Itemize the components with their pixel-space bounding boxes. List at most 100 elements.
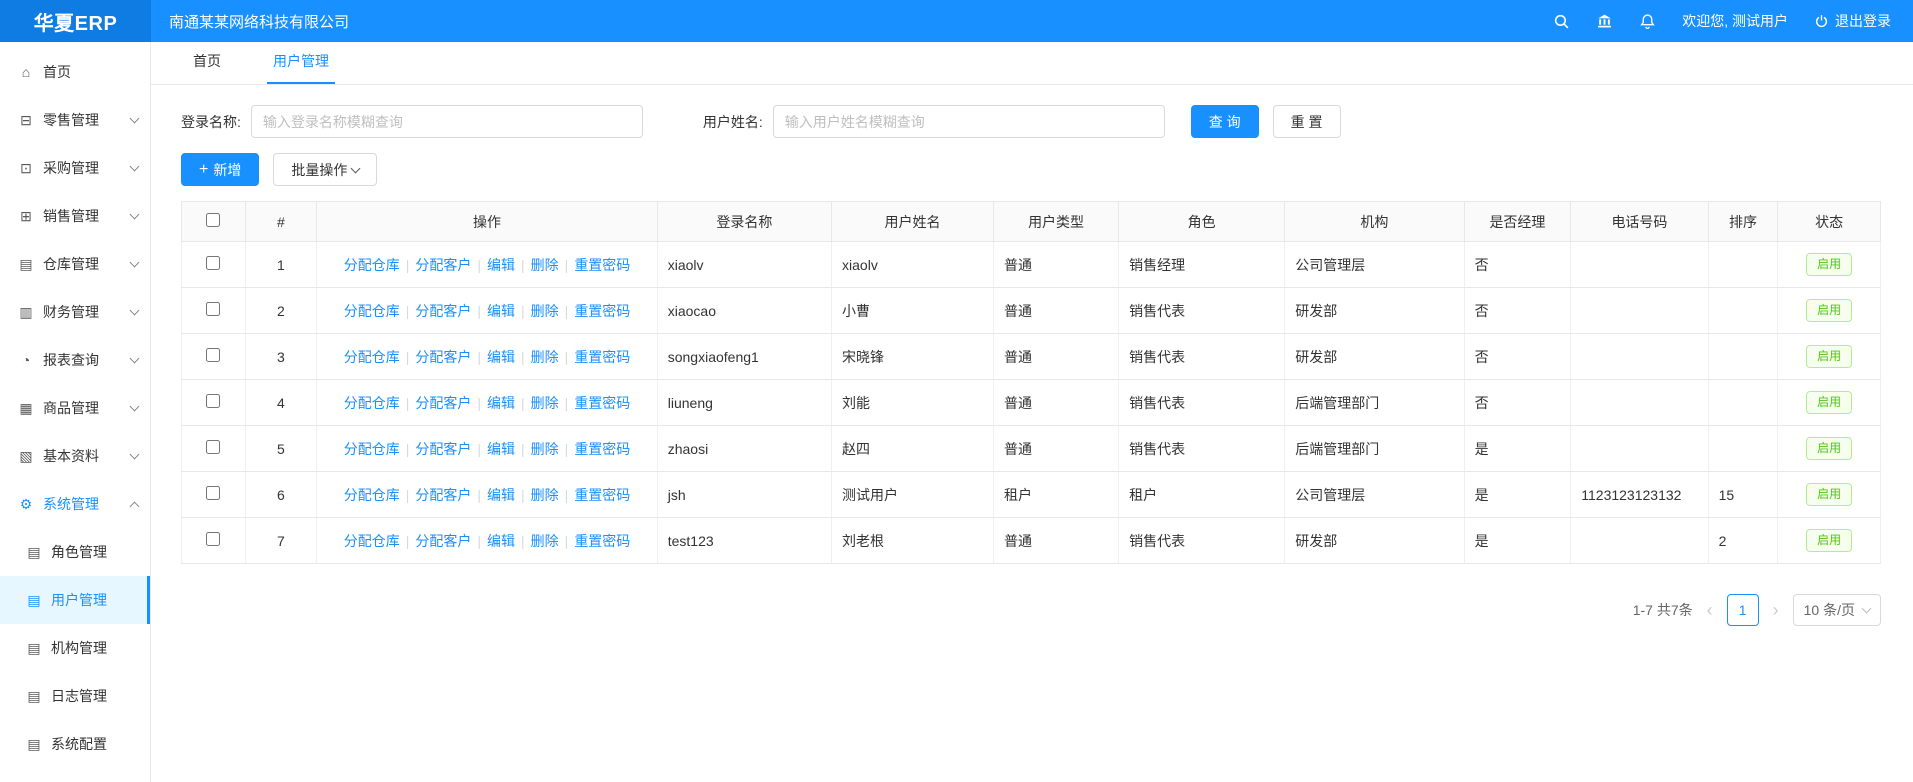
reset-password-link[interactable]: 重置密码 (574, 533, 630, 549)
column-header: 电话号码 (1571, 202, 1708, 242)
status-badge[interactable]: 启用 (1806, 299, 1852, 323)
reset-password-link[interactable]: 重置密码 (574, 487, 630, 503)
delete-link[interactable]: 删除 (531, 487, 559, 503)
next-page-button[interactable]: › (1773, 601, 1779, 619)
edit-link[interactable]: 编辑 (487, 395, 515, 411)
batch-button-label: 批量操作 (291, 160, 347, 180)
sidebar-item-report[interactable]: ◔报表查询 (0, 336, 150, 384)
status-badge[interactable]: 启用 (1806, 529, 1852, 553)
phone-cell: 1123123123132 (1571, 472, 1708, 518)
sidebar-item-log[interactable]: ▤日志管理 (0, 672, 150, 720)
assign-warehouse-link[interactable]: 分配仓库 (344, 349, 400, 365)
sidebar-item-system[interactable]: ⚙系统管理 (0, 480, 150, 528)
column-header: 登录名称 (657, 202, 831, 242)
reset-password-link[interactable]: 重置密码 (574, 303, 630, 319)
delete-link[interactable]: 删除 (531, 441, 559, 457)
assign-customer-link[interactable]: 分配客户 (415, 257, 471, 273)
current-page-button[interactable]: 1 (1727, 594, 1759, 626)
sidebar-item-org[interactable]: ▤机构管理 (0, 624, 150, 672)
batch-operations-button[interactable]: 批量操作 (273, 153, 377, 186)
delete-link[interactable]: 删除 (531, 395, 559, 411)
status-badge[interactable]: 启用 (1806, 391, 1852, 415)
delete-link[interactable]: 删除 (531, 303, 559, 319)
role-cell: 销售代表 (1119, 334, 1285, 380)
chevron-down-icon (130, 209, 140, 219)
assign-warehouse-link[interactable]: 分配仓库 (344, 257, 400, 273)
operation-separator: | (521, 487, 525, 503)
sidebar-item-retail[interactable]: ⊟零售管理 (0, 96, 150, 144)
reset-password-link[interactable]: 重置密码 (574, 257, 630, 273)
app-logo[interactable]: 华夏ERP (0, 0, 151, 42)
add-button[interactable]: + 新增 (181, 153, 259, 186)
sidebar-item-home[interactable]: ⌂首页 (0, 48, 150, 96)
reset-password-link[interactable]: 重置密码 (574, 441, 630, 457)
sidebar-item-basicdata[interactable]: ▧基本资料 (0, 432, 150, 480)
edit-link[interactable]: 编辑 (487, 533, 515, 549)
reset-password-link[interactable]: 重置密码 (574, 349, 630, 365)
assign-warehouse-link[interactable]: 分配仓库 (344, 487, 400, 503)
notification-bell-icon[interactable] (1639, 13, 1656, 30)
user-name-input[interactable] (773, 105, 1165, 138)
sidebar-item-user[interactable]: ▤用户管理 (0, 576, 150, 624)
sidebar-item-sales[interactable]: ⊞销售管理 (0, 192, 150, 240)
assign-customer-link[interactable]: 分配客户 (415, 533, 471, 549)
tab-home[interactable]: 首页 (187, 40, 227, 84)
tab-label: 用户管理 (273, 53, 329, 69)
row-checkbox[interactable] (206, 348, 220, 362)
assign-warehouse-link[interactable]: 分配仓库 (344, 533, 400, 549)
row-checkbox[interactable] (206, 486, 220, 500)
reset-password-link[interactable]: 重置密码 (574, 395, 630, 411)
prev-page-button[interactable]: ‹ (1707, 601, 1713, 619)
sidebar-item-purchase[interactable]: ⊡采购管理 (0, 144, 150, 192)
row-checkbox-cell (182, 288, 246, 334)
assign-customer-link[interactable]: 分配客户 (415, 441, 471, 457)
delete-link[interactable]: 删除 (531, 349, 559, 365)
search-button[interactable]: 查 询 (1191, 105, 1259, 138)
assign-warehouse-link[interactable]: 分配仓库 (344, 441, 400, 457)
column-header: 用户类型 (994, 202, 1119, 242)
edit-link[interactable]: 编辑 (487, 487, 515, 503)
assign-customer-link[interactable]: 分配客户 (415, 349, 471, 365)
login-name-input[interactable] (251, 105, 643, 138)
assign-customer-link[interactable]: 分配客户 (415, 395, 471, 411)
assign-warehouse-link[interactable]: 分配仓库 (344, 303, 400, 319)
row-checkbox[interactable] (206, 302, 220, 316)
sidebar-item-warehouse[interactable]: ▤仓库管理 (0, 240, 150, 288)
edit-link[interactable]: 编辑 (487, 257, 515, 273)
doc-icon: ▤ (26, 544, 42, 561)
sidebar-item-role[interactable]: ▤角色管理 (0, 528, 150, 576)
sidebar-item-goods[interactable]: ▦商品管理 (0, 384, 150, 432)
edit-link[interactable]: 编辑 (487, 303, 515, 319)
user-name-cell: xiaolv (832, 242, 994, 288)
edit-link[interactable]: 编辑 (487, 349, 515, 365)
delete-link[interactable]: 删除 (531, 257, 559, 273)
status-badge[interactable]: 启用 (1806, 253, 1852, 277)
sidebar-item-finance[interactable]: ▥财务管理 (0, 288, 150, 336)
assign-customer-link[interactable]: 分配客户 (415, 303, 471, 319)
logout-button[interactable]: 退出登录 (1814, 11, 1891, 31)
delete-link[interactable]: 删除 (531, 533, 559, 549)
warehouse-icon: ▤ (18, 256, 34, 273)
status-badge[interactable]: 启用 (1806, 345, 1852, 369)
status-badge[interactable]: 启用 (1806, 483, 1852, 507)
row-checkbox-cell (182, 518, 246, 564)
select-all-checkbox[interactable] (206, 213, 220, 227)
row-checkbox[interactable] (206, 256, 220, 270)
row-index-cell: 5 (245, 426, 317, 472)
organization-icon[interactable] (1596, 13, 1613, 30)
tab-user-management[interactable]: 用户管理 (267, 40, 335, 84)
operation-separator: | (521, 395, 525, 411)
assign-customer-link[interactable]: 分配客户 (415, 487, 471, 503)
sidebar-item-config[interactable]: ▤系统配置 (0, 720, 150, 768)
phone-cell (1571, 334, 1708, 380)
status-badge[interactable]: 启用 (1806, 437, 1852, 461)
reset-button[interactable]: 重 置 (1273, 105, 1341, 138)
row-checkbox[interactable] (206, 440, 220, 454)
operation-separator: | (477, 257, 481, 273)
assign-warehouse-link[interactable]: 分配仓库 (344, 395, 400, 411)
page-size-select[interactable]: 10 条/页 (1793, 594, 1881, 626)
search-icon[interactable] (1553, 13, 1570, 30)
row-checkbox[interactable] (206, 532, 220, 546)
edit-link[interactable]: 编辑 (487, 441, 515, 457)
row-checkbox[interactable] (206, 394, 220, 408)
